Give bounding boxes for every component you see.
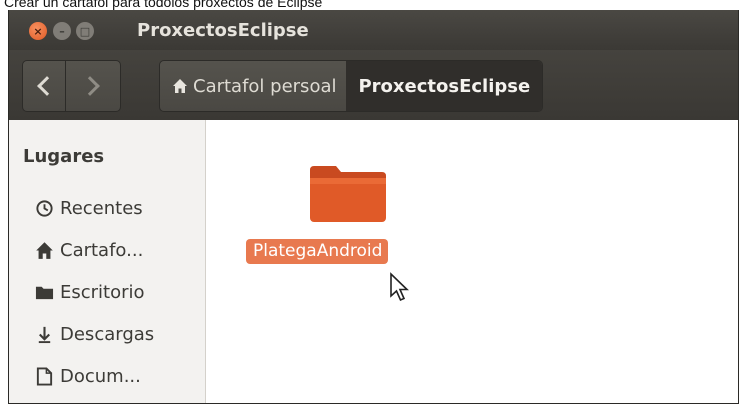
file-view: PlategaAndroid xyxy=(206,120,738,403)
sidebar-item-cartafol[interactable]: Cartafo... xyxy=(35,240,143,261)
sidebar: Lugares Recentes Cartafo... Escritorio D… xyxy=(9,120,206,403)
sidebar-heading: Lugares xyxy=(23,146,105,167)
breadcrumb-current[interactable]: ProxectosEclipse xyxy=(346,61,543,111)
forward-button[interactable] xyxy=(65,60,121,112)
home-icon xyxy=(36,242,53,259)
sidebar-item-descargas[interactable]: Descargas xyxy=(35,324,154,345)
document-icon xyxy=(36,367,53,386)
minimize-icon: – xyxy=(59,24,65,38)
page-caption: Crear un cartafol para todolos proxectos… xyxy=(4,0,323,10)
close-icon: × xyxy=(33,24,43,38)
back-button[interactable] xyxy=(22,60,66,112)
home-icon xyxy=(173,79,187,93)
breadcrumb-home[interactable]: Cartafol persoal xyxy=(160,61,346,111)
breadcrumb-current-label: ProxectosEclipse xyxy=(358,75,531,97)
window-title: ProxectosEclipse xyxy=(137,20,309,41)
sidebar-item-label: Escritorio xyxy=(60,282,145,303)
close-button[interactable]: × xyxy=(29,22,47,40)
sidebar-item-label: Docum... xyxy=(60,366,141,387)
minimize-button[interactable]: – xyxy=(53,22,71,40)
maximize-icon: □ xyxy=(79,24,91,38)
sidebar-item-label: Recentes xyxy=(60,198,143,219)
file-manager-window: × – □ ProxectosEclipse Cartafol persoal … xyxy=(8,10,739,404)
mouse-cursor-icon xyxy=(390,272,409,302)
download-icon xyxy=(38,326,51,344)
sidebar-item-escritorio[interactable]: Escritorio xyxy=(35,282,145,303)
folder-icon[interactable] xyxy=(308,164,388,224)
sidebar-item-label: Descargas xyxy=(60,324,155,345)
sidebar-item-label: Cartafo... xyxy=(60,240,144,261)
sidebar-item-recentes[interactable]: Recentes xyxy=(35,198,143,219)
clock-icon xyxy=(36,200,53,217)
folder-label[interactable]: PlategaAndroid xyxy=(246,239,389,264)
title-bar: × – □ ProxectosEclipse xyxy=(9,10,738,50)
maximize-button[interactable]: □ xyxy=(76,22,94,40)
desktop-folder-icon xyxy=(35,286,54,300)
sidebar-item-documentos[interactable]: Docum... xyxy=(35,366,141,387)
toolbar: Cartafol persoal ProxectosEclipse xyxy=(9,50,738,120)
breadcrumb: Cartafol persoal ProxectosEclipse xyxy=(159,60,544,112)
chevron-right-icon xyxy=(80,76,100,96)
chevron-left-icon xyxy=(37,76,57,96)
breadcrumb-home-label: Cartafol persoal xyxy=(193,75,337,97)
